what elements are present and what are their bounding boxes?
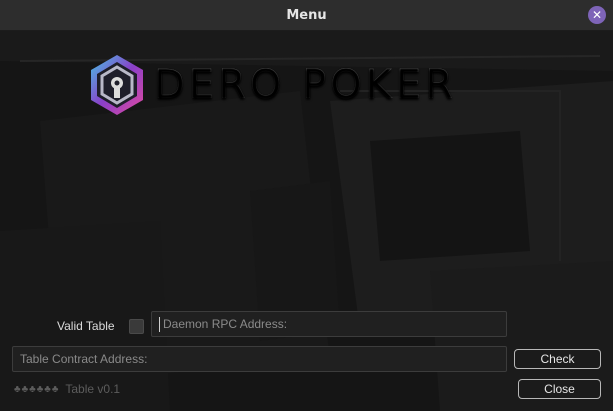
dero-hexagon-logo-icon [91, 55, 143, 115]
daemon-rpc-address-input[interactable]: Daemon RPC Address: [151, 311, 507, 337]
text-caret [159, 316, 160, 332]
club-suits-icon: ♣♣♣♣♣♣ [14, 383, 60, 395]
check-button[interactable]: Check [514, 349, 601, 369]
close-button[interactable]: Close [518, 379, 601, 399]
daemon-rpc-placeholder: Daemon RPC Address: [163, 317, 288, 331]
title-bar: Menu ✕ [0, 0, 613, 31]
close-icon: ✕ [591, 8, 603, 22]
table-contract-placeholder: Table Contract Address: [20, 352, 148, 366]
status-footer: ♣♣♣♣♣♣ Table v0.1 [14, 382, 120, 396]
menu-content: DERO POKER Valid Table Daemon RPC Addres… [0, 31, 613, 411]
window-close-button[interactable]: ✕ [588, 6, 606, 24]
window-title: Menu [286, 7, 327, 23]
valid-table-label: Valid Table [57, 319, 115, 333]
version-label: Table v0.1 [65, 382, 121, 396]
valid-table-checkbox[interactable] [129, 319, 144, 334]
dero-poker-logo: DERO POKER [88, 53, 457, 117]
logo-text: DERO POKER [154, 62, 457, 108]
table-contract-address-input[interactable]: Table Contract Address: [12, 346, 507, 372]
